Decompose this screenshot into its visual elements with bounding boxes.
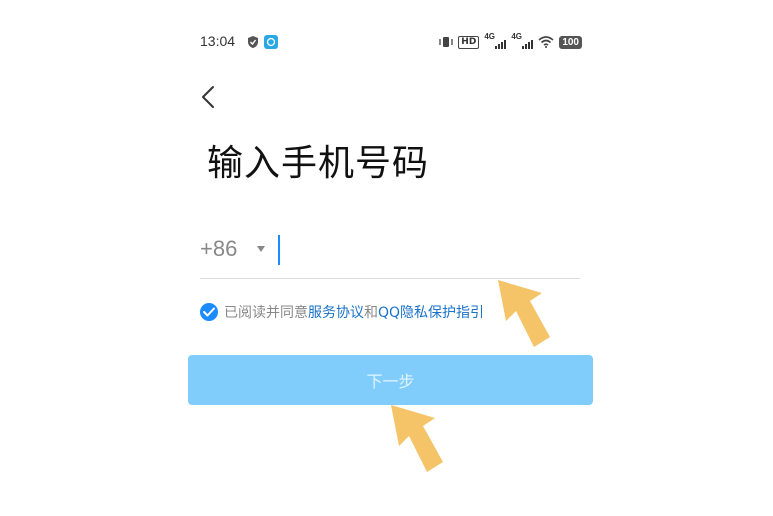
shield-icon [248,36,258,48]
app-icon [264,35,278,49]
agree-checkbox[interactable] [200,303,218,321]
country-code-selector[interactable]: +86 [200,236,237,262]
signal-1: 4G [484,32,507,50]
back-chevron-icon [202,86,214,108]
status-indicators: HD 4G 4G 100 [439,32,582,50]
signal-2-label: 4G [511,32,522,41]
caret-down-icon[interactable] [257,246,265,252]
vibrate-icon [439,37,453,47]
signal-2: 4G [511,32,534,50]
annotation-arrow-up-left-icon [391,405,443,472]
page-title: 输入手机号码 [207,143,430,184]
service-agreement-link[interactable]: 服务协议 [308,302,364,322]
hd-badge: HD [458,35,480,49]
checkmark-icon [203,307,215,317]
wifi-icon [538,36,554,48]
agreement-prefix: 已阅读并同意 [224,305,308,321]
agreement-middle: 和 [364,305,378,321]
signal-1-label: 4G [484,32,495,41]
privacy-guide-link[interactable]: QQ隐私保护指引 [378,302,484,322]
battery-indicator: 100 [559,35,582,49]
phone-number-row: +86 [200,228,580,279]
status-time: 13:04 [200,33,236,49]
annotation-arrow-up-left-icon [498,280,550,347]
phone-number-input[interactable] [280,233,579,271]
next-button[interactable]: 下一步 [188,355,593,405]
status-bar: 13:04 HD 4G 4G 100 [185,30,595,54]
back-button[interactable] [193,82,223,112]
agreement-row: 已阅读并同意 服务协议 和 QQ隐私保护指引 [200,302,484,322]
